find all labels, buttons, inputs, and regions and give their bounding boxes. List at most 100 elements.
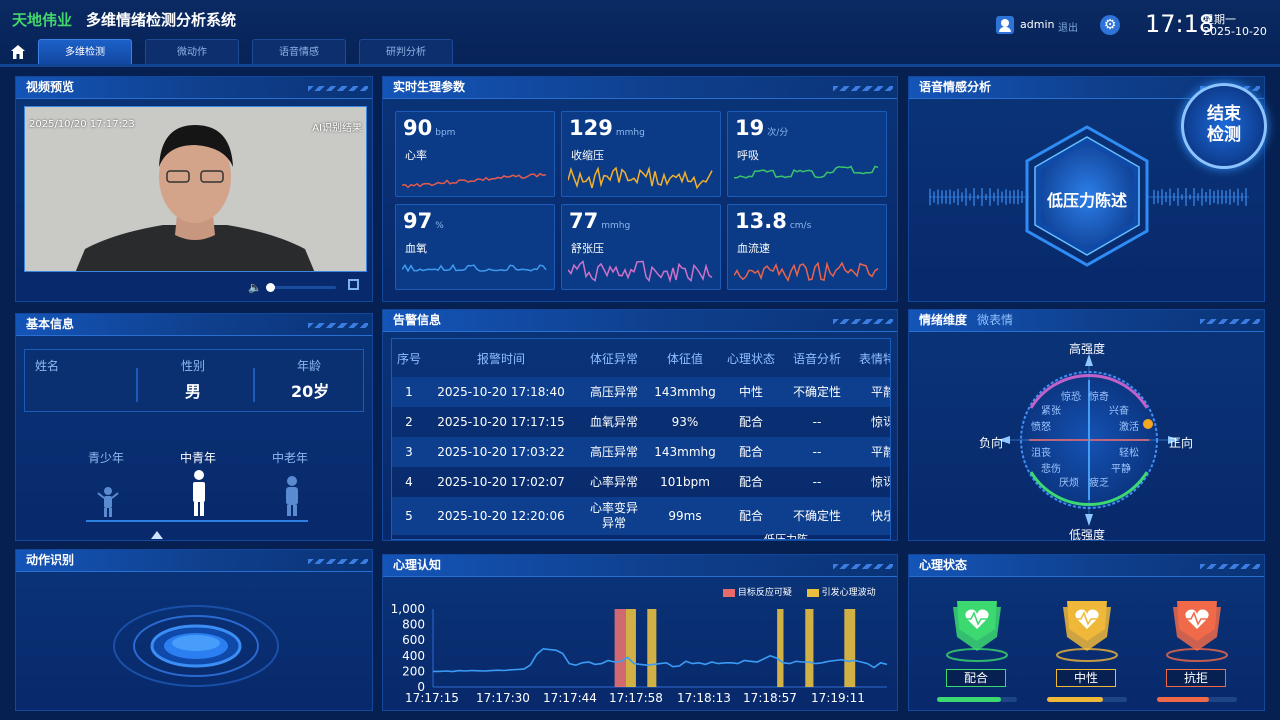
alarm-cell: 心率变异 异常 xyxy=(589,501,638,530)
tab-micro-motion[interactable]: 微动作 xyxy=(145,39,239,65)
psych-state-bar xyxy=(937,697,1017,702)
vitals-panel-title: 实时生理参数 xyxy=(383,77,897,99)
psych-panel: 心理状态 配合 中性 抗拒 xyxy=(908,554,1265,711)
table-row[interactable]: 5 2025-10-20 12:20:06 心率变异 异常 99ms 配合 不确定性 快乐 xyxy=(392,497,890,535)
video-ai-label: AI识别结果 xyxy=(312,123,362,134)
divider xyxy=(253,368,255,402)
basic-info-panel: 基本信息 姓名 性别 男 年龄 20岁 青少年 中青年 中老年 xyxy=(15,313,373,541)
alarm-header-cell: 体征异常 xyxy=(589,351,638,366)
action-panel-title: 动作识别 xyxy=(16,550,372,572)
clock-date: 2025-10-20 xyxy=(1203,25,1267,38)
video-panel: 视频预览 2025/10/20 17:17:23 AI识别结果 🔈 xyxy=(15,76,373,302)
alarm-cell: 血氧异常 xyxy=(589,414,638,429)
cognition-panel: 心理认知 目标反应可疑 引发心理波动 1,000 800 600 400 200 0 17:… xyxy=(382,554,898,711)
vital-card: 97% 血氧 xyxy=(395,204,555,290)
alarm-header-cell: 序号 xyxy=(396,351,421,366)
axis-top-label: 高强度 xyxy=(1069,342,1106,356)
alarm-table: 序号 报警时间 体征异常 体征值 心理状态 语音分析 表情特征 1 2025-10-20 17… xyxy=(392,339,890,535)
alarm-cell: 平静 xyxy=(870,444,890,459)
divider xyxy=(136,368,138,402)
y-tick-label: 1,000 xyxy=(391,602,425,616)
alarm-cell: 2025-10-20 17:02:07 xyxy=(437,474,565,489)
tab-analysis[interactable]: 研判分析 xyxy=(359,39,453,65)
vital-sparkline xyxy=(402,172,547,189)
volume-knob[interactable] xyxy=(265,283,275,292)
alarm-cell: 心率异常 xyxy=(589,474,638,489)
emotion-panel-title: 情绪维度 微表情 xyxy=(909,310,1264,332)
alarm-cell: 2025-10-20 12:20:06 xyxy=(437,508,565,523)
volume-icon[interactable]: 🔈 xyxy=(248,281,262,294)
home-icon[interactable] xyxy=(9,43,27,61)
brand-logo-text: 天地伟业 xyxy=(12,11,73,29)
voice-panel: 语音情感分析 低压力陈述 结束 检测 xyxy=(908,76,1267,302)
chart-band-fluctuation xyxy=(647,609,657,687)
emotion-panel: 情绪维度 微表情 高强度 低强度 负向 正向 惊恐 惊奇 紧张 兴奋 愤怒 激活 沮丧 轻松 悲伤… xyxy=(908,309,1265,542)
age-group-senior: 中老年 xyxy=(272,451,309,465)
emotion-word: 惊奇 xyxy=(1089,392,1109,403)
alarm-cell: 5 xyxy=(405,508,413,523)
alarm-cell: 101bpm xyxy=(660,474,710,489)
video-panel-title: 视频预览 xyxy=(16,77,372,99)
gender-label: 性别 xyxy=(181,359,206,373)
alarm-cell: 不确定性 xyxy=(792,508,841,523)
table-row[interactable]: 1 2025-10-20 17:18:40 高压异常 143mmhg 中性 不确定性 平静 xyxy=(392,377,890,407)
alarm-cell: 143mmhg xyxy=(654,384,716,399)
alarm-cell: 2 xyxy=(405,414,413,429)
username: admin xyxy=(1020,18,1055,31)
alarm-header-cell: 心理状态 xyxy=(726,351,775,366)
chart-band-fluctuation xyxy=(805,609,814,687)
vitals-panel: 实时生理参数 90 bpm 心率 129 mmhg 收缩压 19 次/分 呼吸 97% 血氧 77 mm… xyxy=(382,76,898,302)
video-frame[interactable]: 2025/10/20 17:17:23 AI识别结果 xyxy=(24,106,367,272)
age-group-youth: 青少年 xyxy=(88,451,125,465)
vital-unit: % xyxy=(435,221,444,231)
tab-voice-emotion[interactable]: 语音情感 xyxy=(252,39,346,65)
alarm-header-cell: 体征值 xyxy=(666,351,703,366)
alarm-cell: 配合 xyxy=(738,414,763,429)
x-tick-label: 17:17:30 xyxy=(476,691,530,705)
cognition-chart: 1,000800600400200017:17:15 17:17:30 17:17:… xyxy=(391,602,888,705)
age-label: 年龄 xyxy=(297,359,322,373)
table-row[interactable]: 2 2025-10-20 17:17:15 血氧异常 93% 配合 -- 惊讶 xyxy=(392,407,890,437)
fullscreen-icon[interactable] xyxy=(348,279,359,290)
micro-expression-tab[interactable]: 微表情 xyxy=(977,313,1013,327)
emotion-word: 紧张 xyxy=(1041,406,1061,417)
psych-state-label: 配合 xyxy=(946,669,1006,687)
vital-unit: cm/s xyxy=(789,221,812,231)
vital-unit: mmhg xyxy=(601,221,631,231)
table-row[interactable]: 4 2025-10-20 17:02:07 心率异常 101bpm 配合 -- 惊讶 xyxy=(392,467,890,497)
vital-value: 90 xyxy=(403,116,433,140)
legend-swatch-suspicious xyxy=(723,588,735,597)
table-row[interactable]: 3 2025-10-20 17:03:22 高压异常 143mmhg 配合 -- 平静 xyxy=(392,437,890,467)
alarm-cell: 惊讶 xyxy=(870,414,890,429)
legend-swatch-fluctuation xyxy=(806,588,819,597)
basic-info-box: 姓名 性别 男 年龄 20岁 xyxy=(24,349,364,412)
vital-unit: bpm xyxy=(435,128,456,138)
volume-slider[interactable] xyxy=(265,283,336,292)
action-panel: 动作识别 xyxy=(15,549,373,711)
end-detection-button[interactable]: 结束 检测 xyxy=(1181,83,1267,169)
emotion-word: 惊恐 xyxy=(1061,392,1081,403)
psych-state-label: 抗拒 xyxy=(1166,669,1226,687)
alarm-header-cell: 语音分析 xyxy=(792,351,841,366)
x-tick-label: 17:17:44 xyxy=(543,691,597,705)
basic-info-title: 基本信息 xyxy=(16,314,372,336)
vital-card: 77 mmhg 舒张压 xyxy=(561,204,721,290)
gear-icon[interactable]: ⚙ xyxy=(1100,15,1120,35)
vital-value: 77 xyxy=(569,209,599,233)
vital-value: 129 xyxy=(569,116,613,140)
alarm-cell: 99ms xyxy=(668,508,702,523)
chart-band-suspicious xyxy=(614,609,626,687)
app-title: 多维情绪检测分析系统 xyxy=(86,11,237,29)
psych-state-0: 配合 xyxy=(933,593,1021,709)
alarm-header-cell: 报警时间 xyxy=(476,351,525,366)
psych-state-bar xyxy=(1047,697,1127,702)
action-ring-graphic xyxy=(113,605,279,687)
vital-card: 13.8 cm/s 血流速 xyxy=(727,204,887,290)
x-tick-label: 17:19:11 xyxy=(811,691,865,705)
alarm-cell: 配合 xyxy=(738,444,763,459)
tab-multi-detect[interactable]: 多维检测 xyxy=(38,39,132,65)
vital-card: 90 bpm 心率 xyxy=(395,111,555,197)
chart-band-fluctuation xyxy=(844,609,856,687)
legend-fluctuation: 引发心理波动 xyxy=(821,588,876,598)
logout-link[interactable]: 退出 xyxy=(1058,19,1078,34)
